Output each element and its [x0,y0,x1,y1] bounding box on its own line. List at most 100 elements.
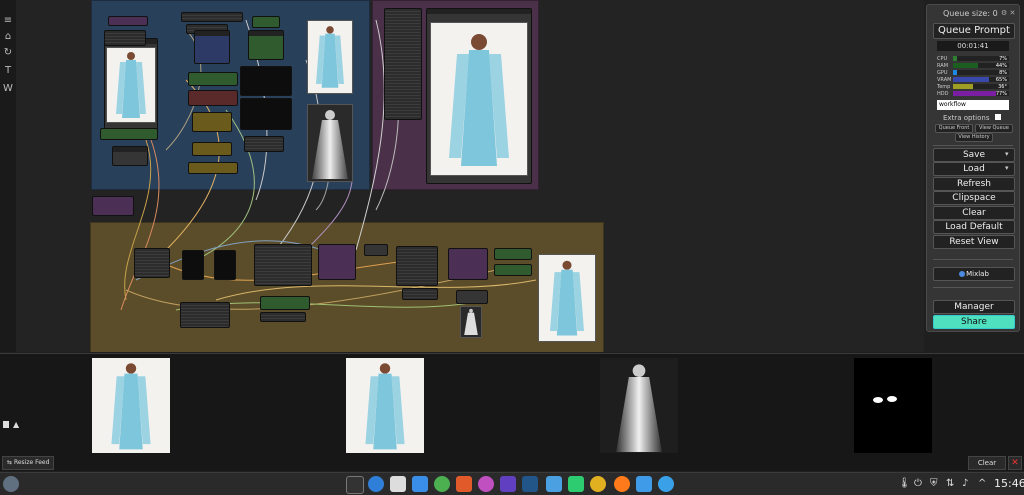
resize-feed-button[interactable]: ⇆ Resize Feed [2,456,55,470]
node-green-7[interactable] [260,296,310,310]
monitor-vram: VRAM 65% [937,77,1009,83]
node-small-2[interactable] [364,244,388,256]
manager-button[interactable]: Manager [933,300,1015,314]
node-purple-2[interactable] [318,244,356,280]
node-olive-2[interactable] [192,142,232,156]
extra-options-checkbox[interactable] [995,114,1001,120]
app-icon-4[interactable] [522,476,538,492]
feed-depth-map[interactable] [600,358,678,453]
node-olive-1[interactable] [192,112,232,132]
node-blue-1[interactable] [194,30,230,64]
node-purple-3[interactable] [448,248,488,280]
mask-preview-node-1[interactable] [240,66,292,96]
reset-view-button[interactable]: Reset View [933,235,1015,249]
clipspace-button[interactable]: Clipspace [933,191,1015,205]
play-icon[interactable] [568,476,584,492]
node-stripe-8[interactable] [402,288,438,300]
vscode-icon[interactable] [546,476,562,492]
app-icon-3[interactable] [500,476,516,492]
firefox-icon[interactable] [614,476,630,492]
queue-prompt-button[interactable]: Queue Prompt [933,23,1015,39]
docker-icon[interactable] [658,476,674,492]
load-button[interactable]: Load [933,162,1015,176]
node-purple-floating[interactable] [92,196,134,216]
node-stripe-2[interactable] [181,12,243,22]
close-feed-icon[interactable]: ✕ [1008,456,1022,470]
refresh-icon[interactable]: ↻ [2,46,14,60]
monitor-percent: 7% [999,56,1007,62]
files-icon[interactable] [412,476,428,492]
start-menu-icon[interactable] [3,476,19,492]
mixlab-button[interactable]: Mixlab [933,267,1015,281]
feed-mask-image[interactable] [854,358,932,453]
feed-size-icon[interactable] [3,421,9,428]
clear-button[interactable]: Clear [933,206,1015,220]
feed-pin-icon[interactable]: ▲ [13,420,19,429]
feed-clear-button[interactable]: Clear [968,456,1006,470]
chrome-icon[interactable] [434,476,450,492]
app-icon-5[interactable] [636,476,652,492]
workflow-name-field[interactable]: workflow [937,100,1009,110]
gear-icon[interactable]: ⚙ ✕ [1001,9,1015,17]
divider [933,259,1013,260]
node-green-3[interactable] [248,30,284,60]
node-small-3[interactable] [456,290,488,304]
node-stripe-tall[interactable] [384,8,422,120]
node-green-4[interactable] [188,72,238,86]
chrome-alt-icon[interactable] [590,476,606,492]
monitor-bar: 44% [953,63,1009,69]
feed-image-2[interactable] [346,358,424,453]
feed-image-1[interactable] [92,358,170,453]
mask-preview-node-2[interactable] [240,98,292,130]
refresh-button[interactable]: Refresh [933,177,1015,191]
node-stripe-4[interactable] [244,136,284,152]
node-stripe-7[interactable] [396,246,438,286]
monitor-cpu: CPU 7% [937,56,1009,62]
mask-node-small-1[interactable] [182,250,204,280]
mask-node-small-2[interactable] [214,250,236,280]
node-purple-small[interactable] [108,16,148,26]
tray-icon-2[interactable]: ⏻ [914,478,922,489]
generated-image-preview-2 [538,254,596,342]
node-green-5[interactable] [494,248,532,260]
tray-icon-1[interactable]: 🌡 [898,478,911,489]
node-red-1[interactable] [188,90,238,106]
shield-icon[interactable]: ⛨ [930,478,938,489]
view-history-button[interactable]: View History [955,133,993,142]
terminal-icon[interactable] [346,476,364,494]
node-stripe-10[interactable] [260,312,306,322]
monitor-fill [953,56,957,61]
node-green-2[interactable] [252,16,280,28]
home-icon[interactable]: ⌂ [2,30,14,44]
chevron-up-icon[interactable]: ^ [978,478,986,489]
text-icon[interactable]: T [2,64,14,78]
browser-icon[interactable] [368,476,384,492]
app-icon-1[interactable] [456,476,472,492]
node-small-1[interactable] [112,146,148,166]
node-stripe-6[interactable] [254,244,312,286]
node-green-1[interactable] [100,128,158,140]
monitor-bar: 77% [953,91,1009,97]
network-icon[interactable]: ⇅ [946,478,954,489]
node-green-6[interactable] [494,264,532,276]
node-graph-canvas[interactable] [16,0,924,352]
node-stripe-5[interactable] [134,248,170,278]
save-button[interactable]: Save [933,148,1015,162]
node-olive-3[interactable] [188,162,238,174]
load-dropdown-chevron-icon[interactable]: ▾ [1005,164,1009,172]
menu-icon[interactable]: ≡ [2,14,14,28]
monitor-temp: Temp 36° [937,84,1009,90]
load-default-button[interactable]: Load Default [933,220,1015,234]
view-queue-button[interactable]: View Queue [975,124,1013,133]
volume-icon[interactable]: ♪ [962,478,968,489]
share-button[interactable]: Share [933,315,1015,329]
workflow-icon[interactable]: W [2,82,14,96]
mixlab-logo-icon [959,271,966,277]
save-dropdown-chevron-icon[interactable]: ▾ [1005,150,1009,158]
node-stripe-9[interactable] [180,302,230,328]
text-editor-icon[interactable] [390,476,406,492]
queue-front-button[interactable]: Queue Front [935,124,973,133]
app-icon-2[interactable] [478,476,494,492]
node-stripe-1[interactable] [104,30,146,46]
monitor-percent: 44% [995,63,1007,69]
